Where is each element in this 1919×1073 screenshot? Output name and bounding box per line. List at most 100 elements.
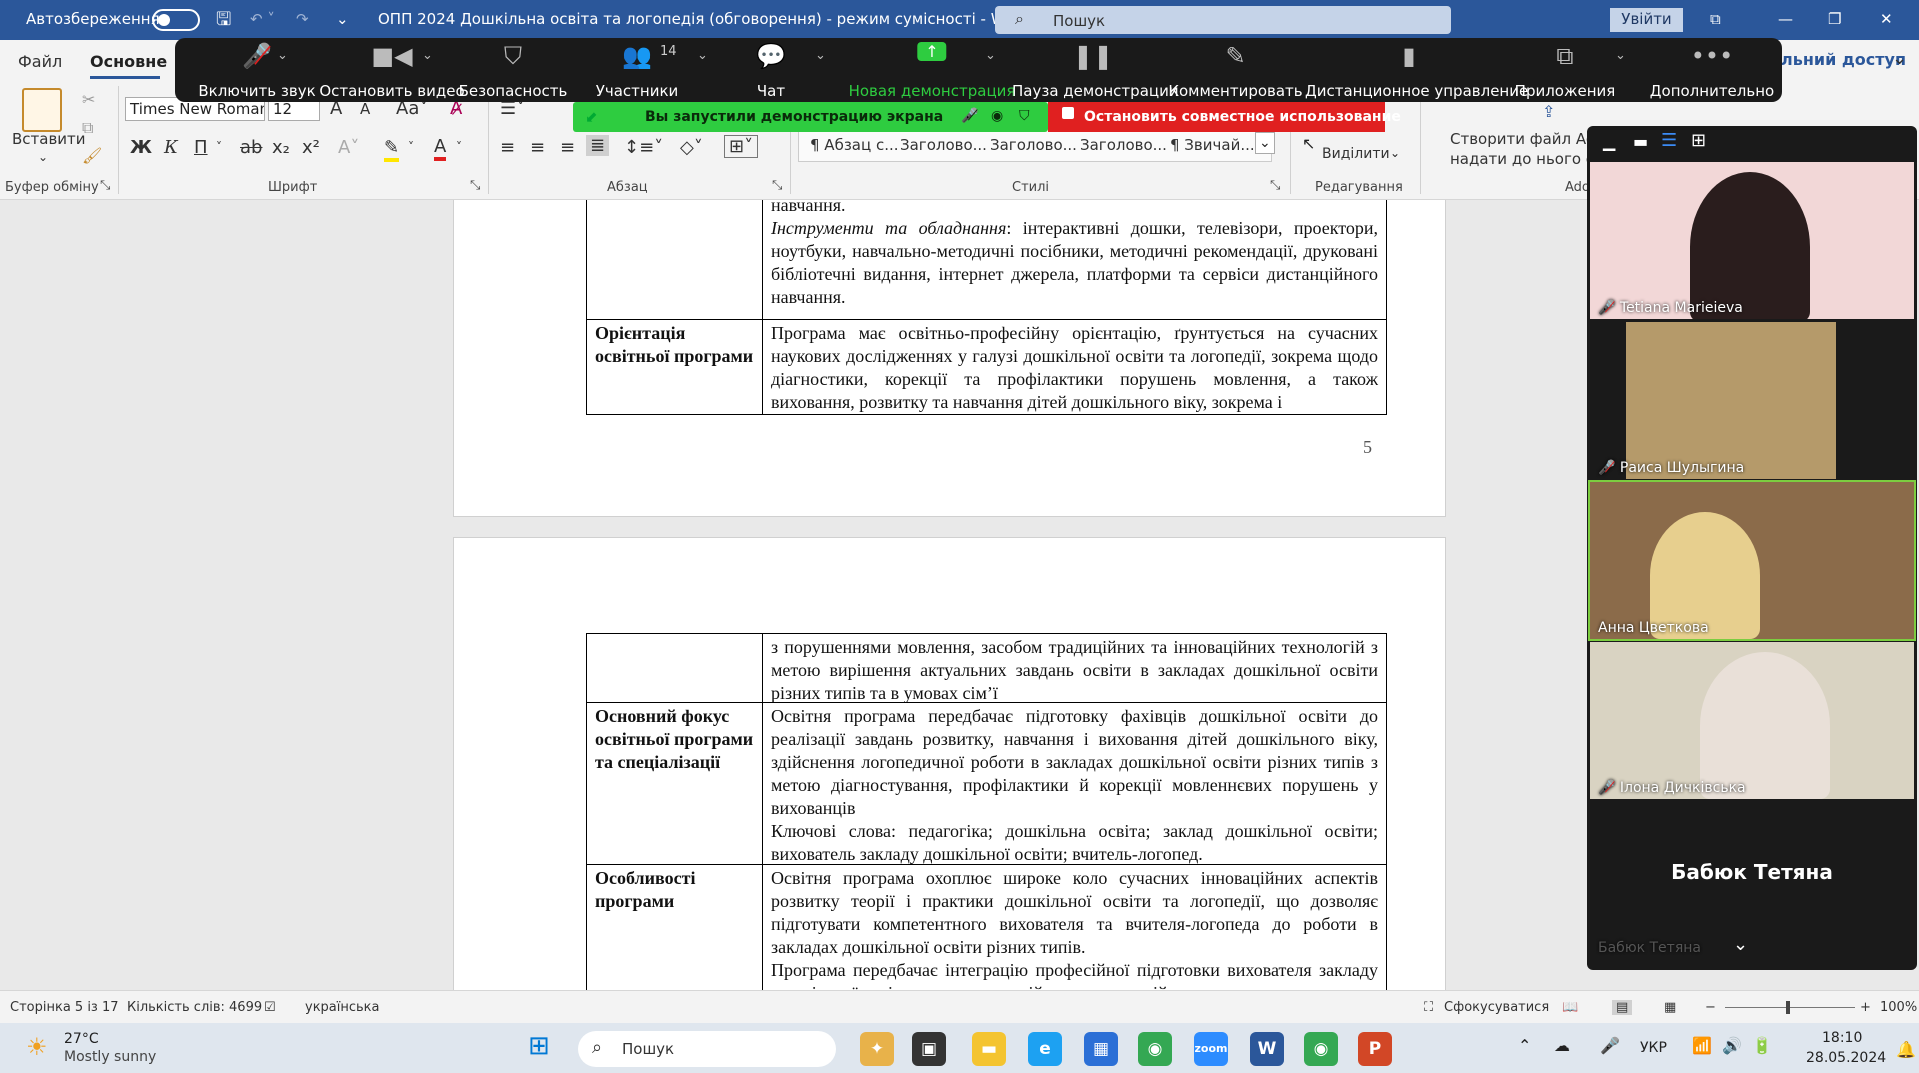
align-left-icon[interactable]: ≡ [500, 137, 515, 158]
word-count[interactable]: Кількість слів: 4699 [127, 1000, 262, 1015]
share-dropdown-icon[interactable]: ⌄ [1892, 48, 1907, 69]
video-tile-active-speaker[interactable]: Анна Цветкова [1588, 480, 1916, 641]
pause-share-button[interactable]: ❚❚ Пауза демонстрации [1012, 42, 1179, 100]
underline-icon[interactable]: П [194, 137, 208, 158]
chrome-icon[interactable]: ◉ [1138, 1032, 1172, 1066]
more-button[interactable]: ••• Дополнительно [1647, 42, 1777, 100]
powerpoint-icon[interactable]: P [1358, 1032, 1392, 1066]
gallery-view-icon[interactable]: ⊞ [1691, 130, 1706, 151]
save-icon[interactable]: 🖫 [216, 7, 231, 37]
mic-muted-icon[interactable]: 🎤̸ [961, 108, 978, 124]
word-icon[interactable]: W [1250, 1032, 1284, 1066]
video-tile[interactable]: 🎤̸ Ілона Дичківська [1590, 642, 1914, 799]
cut-icon[interactable]: ✂ [82, 90, 95, 109]
taskbar-search[interactable]: ⌕ Пошук [578, 1031, 836, 1067]
shading-icon[interactable]: ◇˅ [680, 137, 703, 158]
italic-icon[interactable]: К [164, 137, 178, 158]
share-button[interactable]: льний доступ [1781, 50, 1906, 69]
minimize-panel-icon[interactable]: ▁ [1603, 132, 1615, 151]
zoom-slider-thumb[interactable] [1786, 1001, 1790, 1014]
create-pdf-icon[interactable]: ⇪ [1542, 102, 1555, 121]
zoom-app-icon[interactable]: zoom [1194, 1032, 1228, 1066]
network-icon[interactable]: ☁ [1554, 1036, 1570, 1055]
clock-date[interactable]: 28.05.2024 [1806, 1050, 1886, 1066]
task-view-icon[interactable]: ▣ [912, 1032, 946, 1066]
proofing-icon[interactable]: ☑ [264, 1000, 276, 1015]
drag-handle-icon[interactable]: ⬋ [585, 108, 598, 126]
edge-icon[interactable]: e [1028, 1032, 1062, 1066]
format-painter-icon[interactable]: 🖌 [82, 146, 102, 165]
paste-dropdown-icon[interactable]: ⌄ [38, 150, 48, 164]
speaker-view-icon[interactable]: ▬ [1633, 132, 1648, 151]
focus-icon[interactable]: ⛶ [1424, 1000, 1433, 1015]
highlight-dropdown-icon[interactable]: ˅ [408, 140, 414, 154]
chrome-profile-icon[interactable]: ◉ [1304, 1032, 1338, 1066]
paste-button[interactable]: Вставити [12, 130, 86, 148]
font-launcher-icon[interactable]: ⤡ [470, 178, 480, 193]
borders-icon[interactable]: ⊞˅ [724, 135, 759, 158]
tab-home[interactable]: Основне [90, 52, 167, 71]
participants-button[interactable]: 👥 Участники [577, 42, 697, 100]
zoom-slider[interactable] [1725, 1007, 1855, 1008]
stop-video-button[interactable]: ■◀ Остановить видео [307, 42, 477, 100]
justify-icon[interactable]: ≣ [586, 135, 610, 156]
unmute-button[interactable]: 🎤̸ Включить звук [187, 42, 327, 100]
signin-button[interactable]: Увійти [1610, 8, 1683, 32]
video-tile[interactable]: 🎤̸ Раиса Шулыгина [1590, 322, 1914, 479]
style-item[interactable]: Заголово... [990, 136, 1077, 154]
superscript-icon[interactable]: x² [302, 137, 320, 158]
style-item[interactable]: Заголово... [1080, 136, 1167, 154]
line-spacing-icon[interactable]: ↕≡˅ [624, 137, 663, 158]
tab-file[interactable]: Файл [18, 52, 62, 71]
video-tile[interactable]: 🎤̸ Tetiana Marieieva [1590, 162, 1914, 319]
select-dropdown-icon[interactable]: ⌄ [1390, 146, 1400, 160]
share-options-icon[interactable]: ⌄ [985, 48, 996, 63]
store-icon[interactable]: ▦ [1084, 1032, 1118, 1066]
paste-icon[interactable] [22, 88, 62, 132]
apps-options-icon[interactable]: ⌄ [1615, 48, 1626, 63]
redo-icon[interactable]: ↷ [296, 10, 309, 28]
document-area[interactable]: навчання. Інструменти та обладнання: інт… [0, 200, 1590, 990]
table-cell-content[interactable]: з порушеннями мовлення, засобом традицій… [762, 633, 1387, 703]
audio-options-icon[interactable]: ⌄ [277, 48, 288, 63]
video-tile-no-video[interactable]: Бабюк Тетяна Бабюк Тетяна [1590, 802, 1914, 959]
align-center-icon[interactable]: ≡ [530, 137, 545, 158]
align-right-icon[interactable]: ≡ [560, 137, 575, 158]
show-hidden-icons[interactable]: ⌃ [1518, 1036, 1531, 1055]
wifi-icon[interactable]: 📶 [1692, 1036, 1712, 1055]
read-mode-icon[interactable]: 📖 [1562, 1000, 1578, 1015]
page-indicator[interactable]: Сторінка 5 із 17 [10, 1000, 119, 1015]
clipboard-launcher-icon[interactable]: ⤡ [100, 178, 110, 193]
copilot-icon[interactable]: ✦ [860, 1032, 894, 1066]
table-cell-content[interactable]: Освітня програма охоплює широке коло суч… [762, 864, 1387, 990]
zoom-level[interactable]: 100% [1880, 1000, 1917, 1015]
participants-options-icon[interactable]: ⌄ [697, 48, 708, 63]
style-item[interactable]: ¶ Абзац с... [810, 136, 899, 154]
font-color-dropdown-icon[interactable]: ˅ [456, 140, 462, 154]
video-options-icon[interactable]: ⌄ [422, 48, 433, 63]
start-icon[interactable]: ⊞ [528, 1031, 550, 1061]
battery-icon[interactable]: 🔋 [1752, 1036, 1772, 1055]
style-item[interactable]: ¶ Звичай... [1170, 136, 1255, 154]
select-button[interactable]: Виділити [1322, 146, 1390, 162]
strip-view-icon[interactable]: ☰ [1661, 130, 1677, 151]
close-icon[interactable]: ✕ [1880, 10, 1893, 28]
strikethrough-icon[interactable]: ab [240, 137, 262, 158]
minimize-icon[interactable]: — [1778, 10, 1793, 28]
stop-share-button[interactable]: Остановить совместное использование [1048, 102, 1401, 132]
text-effects-icon[interactable]: A˅ [338, 137, 359, 158]
copy-icon[interactable]: ⧉ [82, 118, 93, 138]
customize-qat-icon[interactable]: ⌄ [336, 10, 349, 28]
highlight-icon[interactable]: ✎ [384, 137, 400, 162]
file-explorer-icon[interactable]: ▬ [972, 1032, 1006, 1066]
table-cell-content[interactable]: Освітня програма передбачає підготовку ф… [762, 702, 1387, 865]
subscript-icon[interactable]: x₂ [272, 137, 290, 158]
weather-desc[interactable]: Mostly sunny [64, 1049, 156, 1065]
language-indicator[interactable]: українська [305, 1000, 380, 1015]
underline-dropdown-icon[interactable]: ˅ [216, 140, 222, 154]
annotate-button[interactable]: ✎ Комментировать [1168, 42, 1303, 100]
adobe-line1[interactable]: Створити файл Ado [1450, 130, 1605, 148]
clock-time[interactable]: 18:10 [1822, 1030, 1862, 1046]
maximize-icon[interactable]: ❐ [1828, 10, 1841, 28]
paragraph-launcher-icon[interactable]: ⤡ [772, 178, 782, 193]
